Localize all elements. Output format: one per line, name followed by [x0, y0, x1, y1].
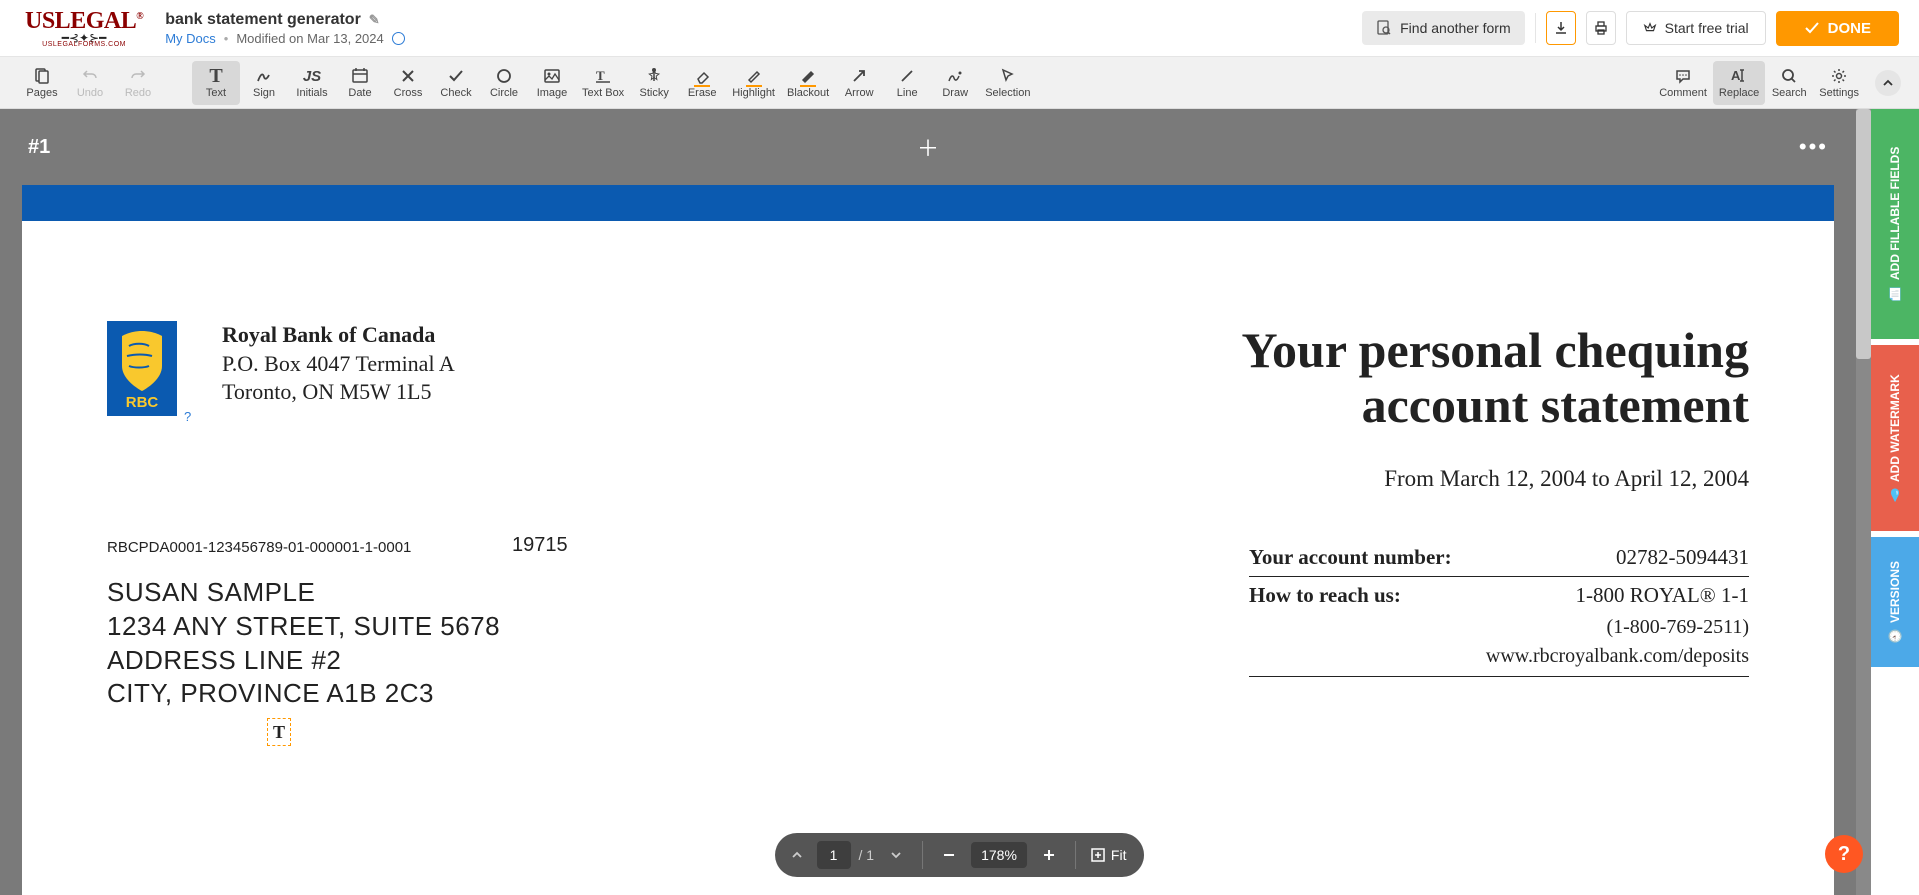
document-reference: RBCPDA0001-123456789-01-000001-1-0001	[107, 539, 411, 556]
download-button[interactable]	[1546, 11, 1576, 45]
cross-tool[interactable]: Cross	[384, 61, 432, 105]
statement-title: Your personal chequing account statement	[1241, 323, 1749, 433]
current-page-input[interactable]: 1	[817, 841, 851, 869]
start-free-trial-button[interactable]: Start free trial	[1626, 11, 1766, 45]
toolbar: Pages Undo Redo TText Sign JSInitials Da…	[0, 57, 1919, 109]
account-info: Your account number: 02782-5094431 How t…	[1249, 539, 1749, 677]
line-tool[interactable]: Line	[883, 61, 931, 105]
modified-label: Modified on Mar 13, 2024	[236, 31, 383, 46]
clock-icon	[392, 32, 405, 45]
pages-tool[interactable]: Pages	[18, 61, 66, 105]
done-button[interactable]: DONE	[1776, 11, 1899, 46]
rbc-logo: RBC	[107, 321, 177, 416]
add-watermark-tab[interactable]: 💧ADD WATERMARK	[1871, 345, 1919, 531]
help-button[interactable]: ?	[1825, 835, 1863, 873]
svg-text:RBC: RBC	[126, 394, 159, 411]
undo-tool: Undo	[66, 61, 114, 105]
print-button[interactable]	[1586, 11, 1616, 45]
side-tabs: 📄ADD FILLABLE FIELDS 💧ADD WATERMARK 🕑VER…	[1871, 109, 1919, 667]
document-page[interactable]: RBC ? Royal Bank of Canada P.O. Box 4047…	[22, 185, 1834, 895]
bank-address-2: Toronto, ON M5W 1L5	[222, 378, 455, 407]
statement-period: From March 12, 2004 to April 12, 2004	[1384, 466, 1749, 492]
comment-tool[interactable]: Comment	[1653, 61, 1713, 105]
replace-tool[interactable]: AReplace	[1713, 61, 1765, 105]
document-title: bank statement generator	[165, 11, 361, 29]
initials-tool[interactable]: JSInitials	[288, 61, 336, 105]
next-page-button[interactable]	[880, 839, 912, 871]
blackout-tool[interactable]: Blackout	[781, 61, 835, 105]
zoom-in-button[interactable]	[1033, 839, 1065, 871]
vertical-scrollbar[interactable]	[1856, 109, 1871, 895]
svg-text:A: A	[1731, 68, 1741, 83]
text-tool[interactable]: TText	[192, 61, 240, 105]
text-box-tool[interactable]: TText Box	[576, 61, 630, 105]
add-page-button[interactable]: ＋	[917, 131, 939, 163]
image-tool[interactable]: Image	[528, 61, 576, 105]
document-code: 19715	[512, 534, 568, 557]
arrow-tool[interactable]: Arrow	[835, 61, 883, 105]
bank-name: Royal Bank of Canada	[222, 321, 455, 350]
bottom-controls: 1 / 1 178% Fit	[775, 833, 1145, 877]
total-pages: / 1	[855, 847, 879, 863]
page-number-label: #1	[28, 136, 50, 159]
edit-title-icon[interactable]: ✎	[369, 12, 380, 28]
collapse-toolbar-button[interactable]	[1875, 70, 1901, 96]
check-tool[interactable]: Check	[432, 61, 480, 105]
bank-address-1: P.O. Box 4047 Terminal A	[222, 350, 455, 379]
highlight-tool[interactable]: Highlight	[726, 61, 781, 105]
scrollbar-thumb[interactable]	[1856, 109, 1871, 359]
find-another-form-button[interactable]: Find another form	[1362, 11, 1525, 45]
circle-tool[interactable]: Circle	[480, 61, 528, 105]
logo[interactable]: USLEGAL® ━⊰✦⊱━ USLEGALFORMS.COM	[25, 8, 143, 48]
sticky-tool[interactable]: Sticky	[630, 61, 678, 105]
canvas-area: #1 ＋ ••• RBC ? Royal Bank of Canada P.O.…	[0, 109, 1871, 895]
page-header-bar: #1 ＋ •••	[0, 109, 1856, 185]
page-more-button[interactable]: •••	[1799, 134, 1828, 160]
customer-address-block: SUSAN SAMPLE 1234 ANY STREET, SUITE 5678…	[107, 576, 500, 711]
app-header: USLEGAL® ━⊰✦⊱━ USLEGALFORMS.COM bank sta…	[0, 0, 1919, 57]
my-docs-link[interactable]: My Docs	[165, 31, 216, 46]
text-insertion-cursor[interactable]: T	[267, 718, 291, 746]
prev-page-button[interactable]	[781, 839, 813, 871]
logo-help-icon[interactable]: ?	[184, 409, 191, 424]
erase-tool[interactable]: Erase	[678, 61, 726, 105]
versions-tab[interactable]: 🕑VERSIONS	[1871, 537, 1919, 667]
fit-button[interactable]: Fit	[1086, 847, 1139, 863]
draw-tool[interactable]: Draw	[931, 61, 979, 105]
sign-tool[interactable]: Sign	[240, 61, 288, 105]
settings-tool[interactable]: Settings	[1813, 61, 1865, 105]
add-fillable-fields-tab[interactable]: 📄ADD FILLABLE FIELDS	[1871, 109, 1919, 339]
svg-text:T: T	[596, 68, 605, 83]
redo-tool: Redo	[114, 61, 162, 105]
document-header-band	[22, 185, 1834, 221]
zoom-level[interactable]: 178%	[971, 842, 1027, 868]
search-tool[interactable]: Search	[1765, 61, 1813, 105]
date-tool[interactable]: Date	[336, 61, 384, 105]
selection-tool[interactable]: Selection	[979, 61, 1036, 105]
zoom-out-button[interactable]	[933, 839, 965, 871]
